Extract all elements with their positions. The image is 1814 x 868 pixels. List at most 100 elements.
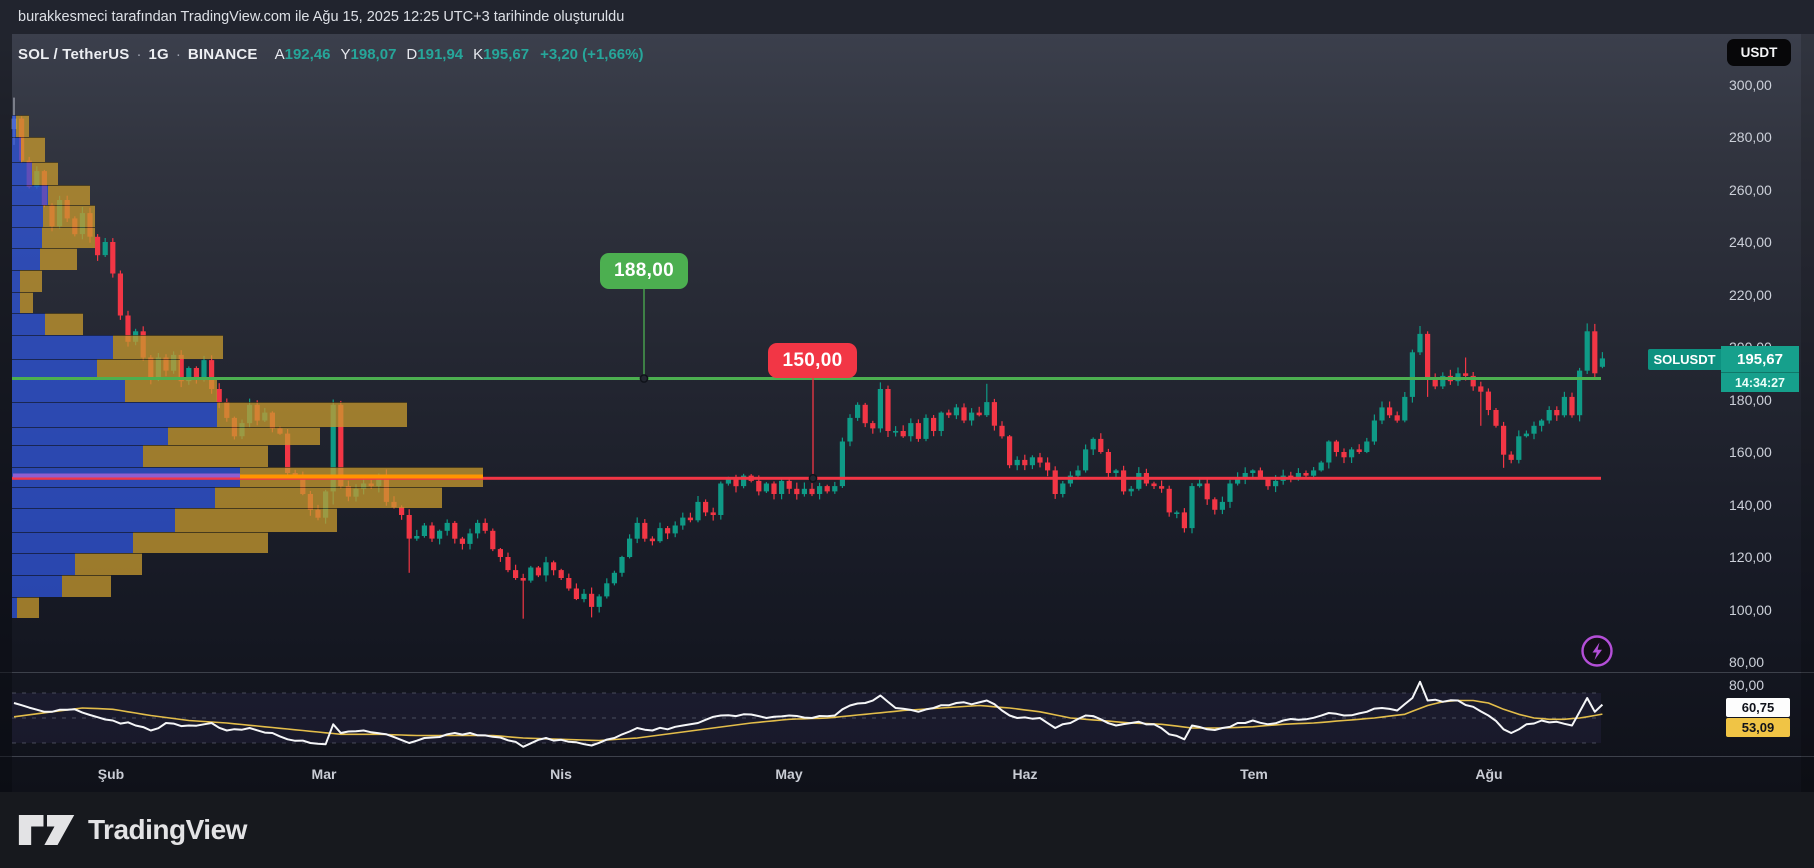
candle	[1334, 440, 1339, 457]
candle	[1592, 324, 1597, 377]
candle	[1509, 451, 1514, 463]
level-tag-188[interactable]: 188,00	[600, 253, 688, 289]
rsi-axis-label-80: 80,00	[1729, 677, 1764, 693]
candle	[984, 384, 989, 417]
candle	[1030, 455, 1035, 469]
candle	[931, 415, 936, 436]
ohlc-item: A192,46	[275, 46, 331, 63]
candle	[604, 578, 609, 598]
level-tag-188-label: 188,00	[614, 260, 674, 282]
rsi-value-text: 60,75	[1742, 700, 1775, 715]
candle	[650, 536, 655, 545]
candle	[1600, 352, 1605, 368]
candle	[809, 483, 814, 496]
candle	[559, 569, 564, 580]
candle	[1554, 406, 1559, 421]
candle	[863, 403, 868, 427]
candle	[536, 566, 541, 577]
level-tag-150[interactable]: 150,00	[768, 343, 857, 378]
ohlc-value: 192,46	[285, 46, 331, 63]
candle	[437, 530, 442, 545]
candle	[878, 382, 883, 432]
candle	[414, 530, 419, 541]
candle	[1319, 461, 1324, 472]
candle	[467, 529, 472, 550]
candle	[475, 520, 480, 539]
candle	[977, 407, 982, 417]
candle	[445, 519, 450, 535]
price-scale-scrollbar[interactable]	[1801, 34, 1814, 792]
candle	[1478, 382, 1483, 426]
last-price-value-box: 195,67	[1721, 346, 1799, 372]
candle	[999, 421, 1004, 438]
candle	[1539, 419, 1544, 432]
candle	[1053, 466, 1058, 499]
candle	[460, 537, 465, 550]
candle	[1174, 511, 1179, 519]
candle	[1243, 467, 1248, 484]
candle	[1455, 368, 1460, 386]
candle	[1159, 481, 1164, 493]
candle	[870, 421, 875, 434]
candle	[1433, 373, 1438, 389]
time-axis-label-ağu: Ağu	[1459, 766, 1519, 782]
candle	[1524, 431, 1529, 438]
candle	[1121, 466, 1126, 495]
candle	[939, 411, 944, 436]
candle	[718, 482, 723, 520]
ohlc-label: K	[473, 46, 483, 63]
candle	[1220, 497, 1225, 514]
candle	[1585, 323, 1590, 374]
interval-label[interactable]: 1G	[148, 46, 168, 63]
candle	[581, 589, 586, 602]
candle	[1562, 392, 1567, 418]
candle	[703, 499, 708, 516]
candle	[1060, 481, 1065, 497]
separator-dot: ·	[136, 46, 141, 63]
candle	[771, 481, 776, 499]
flash-icon-button[interactable]	[1580, 634, 1614, 668]
price-axis-label: 220,00	[1729, 286, 1772, 304]
currency-toggle-button[interactable]: USDT	[1727, 39, 1791, 66]
price-axis-label: 160,00	[1729, 443, 1772, 461]
ohlc-item: K195,67	[473, 46, 529, 63]
candle	[741, 474, 746, 489]
candle	[498, 548, 503, 562]
level-tag-150-label: 150,00	[783, 350, 843, 372]
candle	[1531, 422, 1536, 440]
countdown-timer-box: 14:34:27	[1721, 372, 1799, 392]
ohlc-item: D191,94	[406, 46, 463, 63]
footer-bar: TradingView	[0, 792, 1814, 868]
candle	[1471, 372, 1476, 391]
rsi-pane-layer	[12, 682, 1602, 747]
candle	[1341, 448, 1346, 463]
candle	[840, 438, 845, 488]
ohlc-value: 198,07	[351, 46, 397, 63]
candle	[665, 526, 670, 539]
candle	[832, 482, 837, 494]
price-axis-label: 100,00	[1729, 601, 1772, 619]
candle	[429, 522, 434, 542]
last-price-value: 195,67	[1737, 351, 1783, 368]
candle	[946, 410, 951, 418]
symbol-name[interactable]: SOL / TetherUS	[18, 46, 129, 63]
time-axis-label-haz: Haz	[995, 766, 1055, 782]
candle	[452, 521, 457, 544]
candle	[597, 594, 602, 612]
candle	[483, 519, 488, 534]
ohlc-label: A	[275, 46, 285, 63]
candle	[673, 521, 678, 537]
candle	[1387, 402, 1392, 419]
candle	[407, 509, 412, 573]
candle	[657, 523, 662, 543]
ohlc-item: Y198,07	[341, 46, 397, 63]
candle	[893, 426, 898, 436]
tradingview-brand-text[interactable]: TradingView	[88, 814, 247, 846]
tradingview-logo-icon[interactable]	[18, 812, 76, 848]
candle	[1045, 457, 1050, 476]
candle	[855, 402, 860, 421]
candle	[802, 483, 807, 497]
candle	[1425, 331, 1430, 397]
candle	[1547, 406, 1552, 423]
candle	[923, 414, 928, 441]
